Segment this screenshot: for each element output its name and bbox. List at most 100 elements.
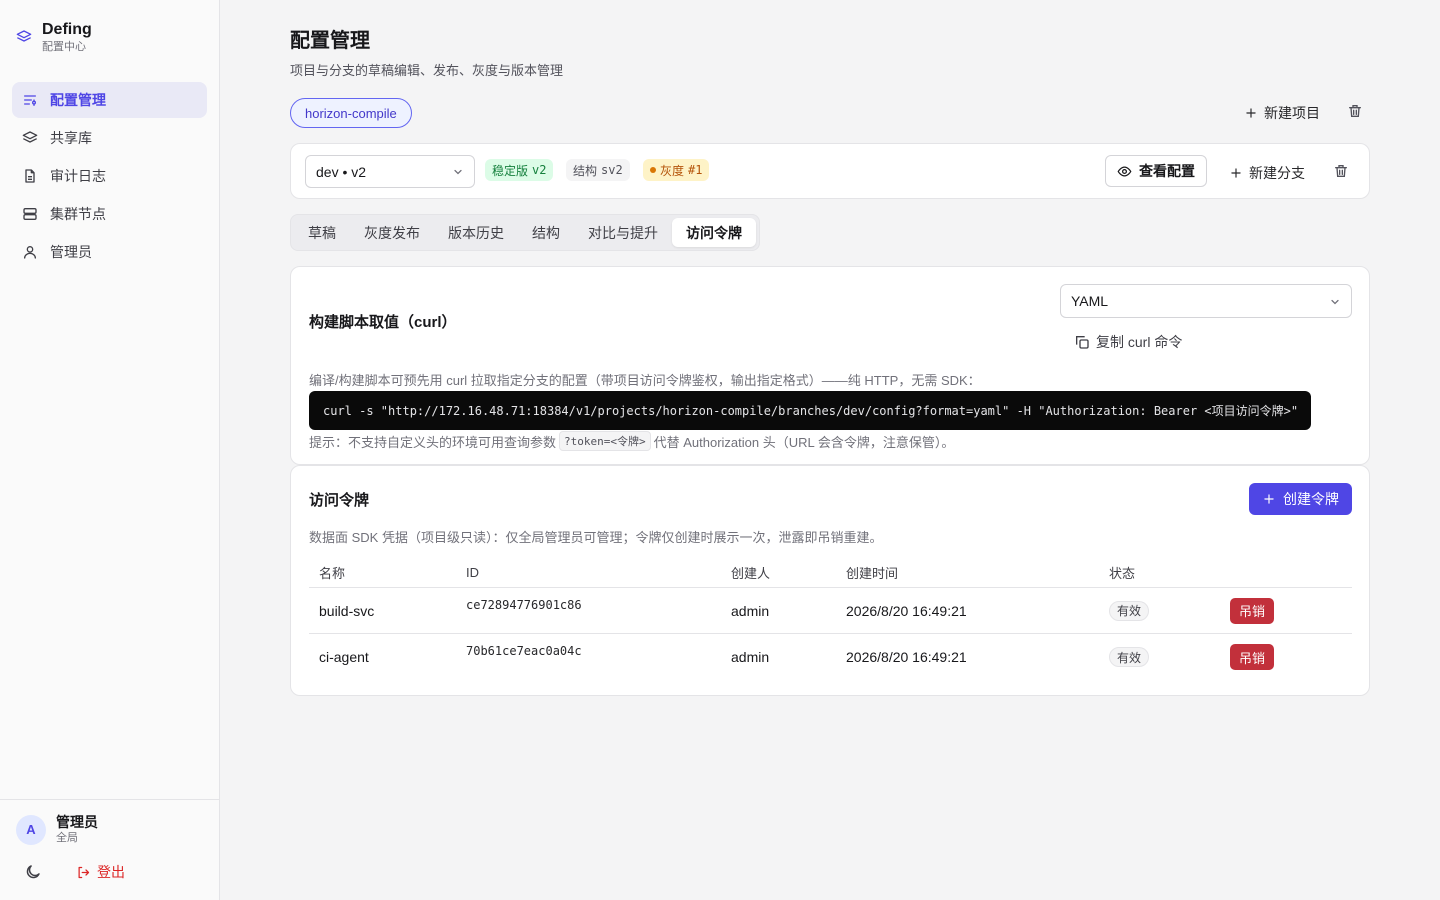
branch-select[interactable]: dev • v2: [305, 155, 475, 188]
plus-icon: [1231, 168, 1241, 178]
tokens-table: 名称 ID 创建人 创建时间 状态 build-svc ce7289477690…: [309, 558, 1352, 680]
sidebar-item-admins[interactable]: 管理员: [12, 234, 207, 270]
status-badge: 有效: [1109, 647, 1150, 667]
tab-compare-promote[interactable]: 对比与提升: [574, 218, 672, 247]
curl-card: 构建脚本取值（curl） YAML 复制 curl 命令 编译/构建脚本可预先用…: [290, 266, 1370, 465]
plus-icon: [1264, 494, 1274, 504]
column-header-created: 创建时间: [846, 566, 899, 581]
sidebar-item-label: 集群节点: [50, 206, 106, 222]
format-select-value: YAML: [1071, 293, 1109, 309]
create-token-label: 创建令牌: [1283, 491, 1339, 507]
tab-schema[interactable]: 结构: [518, 218, 574, 247]
token-creator: admin: [731, 649, 770, 665]
token-id: ce72894776901c86: [466, 598, 582, 612]
curl-description: 编译/构建脚本可预先用 curl 拉取指定分支的配置（带项目访问令牌鉴权，输出指…: [309, 373, 981, 388]
curl-hint: 提示：不支持自定义头的环境可用查询参数 ?token=<令牌> 代替 Autho…: [309, 431, 954, 451]
badge-value: sv2: [601, 163, 623, 177]
sidebar-item-config[interactable]: 配置管理: [12, 82, 207, 118]
column-header-id: ID: [466, 565, 479, 580]
token-created-time: 2026/8/20 16:49:21: [846, 649, 967, 665]
tab-gray-release[interactable]: 灰度发布: [350, 218, 434, 247]
stable-version-badge: 稳定版 v2: [485, 159, 554, 181]
hint-text-after: 代替 Authorization 头（URL 会含令牌，注意保管）。: [653, 434, 955, 450]
eye-icon: [1117, 165, 1132, 177]
branch-select-value: dev • v2: [316, 163, 367, 180]
token-created-time: 2026/8/20 16:49:21: [846, 602, 967, 619]
brand[interactable]: Defing 配置中心: [16, 20, 92, 54]
tab-version-history[interactable]: 版本历史: [434, 218, 518, 247]
status-dot-icon: [650, 167, 656, 173]
config-icon: [24, 95, 36, 106]
delete-branch-trash-icon[interactable]: [1333, 163, 1349, 179]
sidebar-footer: A 管理员 全局 登出: [0, 799, 219, 900]
brand-title: Defing: [42, 21, 92, 38]
sidebar-item-audit-log[interactable]: 审计日志: [12, 158, 207, 194]
sidebar: Defing 配置中心 配置管理 共享库 审计日志 集群节点 管理员 A 管理员…: [0, 0, 220, 900]
new-project-label: 新建项目: [1264, 105, 1320, 121]
new-project-button[interactable]: 新建项目: [1244, 103, 1320, 123]
brand-subtitle: 配置中心: [42, 41, 86, 53]
token-query-code: ?token=<令牌>: [559, 431, 651, 451]
copy-curl-button[interactable]: 复制 curl 命令: [1074, 332, 1182, 352]
avatar: A: [16, 814, 46, 845]
sidebar-item-cluster-nodes[interactable]: 集群节点: [12, 196, 207, 232]
logout-icon: [78, 866, 90, 878]
logout-button[interactable]: 登出: [76, 862, 125, 882]
layers-logo-icon: [16, 30, 32, 42]
revoke-button[interactable]: 吊销: [1230, 597, 1275, 624]
sidebar-item-label: 管理员: [50, 244, 92, 260]
status-badge: 有效: [1109, 600, 1150, 621]
copy-curl-label: 复制 curl 命令: [1096, 334, 1183, 350]
table-header: 名称 ID 创建人 创建时间 状态: [309, 558, 1352, 588]
chevron-down-icon: [1331, 299, 1339, 305]
new-branch-button[interactable]: 新建分支: [1229, 163, 1305, 183]
user-role: 全局: [56, 832, 78, 844]
badge-value: v2: [532, 163, 547, 177]
revoke-button[interactable]: 吊销: [1230, 644, 1275, 670]
format-select[interactable]: YAML: [1060, 284, 1352, 318]
tab-draft[interactable]: 草稿: [294, 218, 350, 247]
tab-access-tokens[interactable]: 访问令牌: [672, 218, 756, 247]
delete-project-trash-icon[interactable]: [1347, 103, 1363, 119]
table-row: ci-agent 70b61ce7eac0a04c admin 2026/8/2…: [309, 634, 1352, 680]
schema-version-badge: 结构 sv2: [566, 159, 630, 181]
badge-value: #1: [688, 163, 703, 177]
tokens-card-title: 访问令牌: [309, 492, 370, 509]
sidebar-item-label: 审计日志: [50, 168, 106, 184]
tab-bar: 草稿 灰度发布 版本历史 结构 对比与提升 访问令牌: [290, 214, 760, 251]
moon-icon[interactable]: [24, 863, 42, 881]
logout-label: 登出: [97, 864, 125, 880]
token-name: ci-agent: [319, 649, 369, 665]
tokens-description: 数据面 SDK 凭据（项目级只读）：仅全局管理员可管理；令牌仅创建时展示一次，泄…: [309, 530, 883, 545]
curl-command-code[interactable]: curl -s "http://172.16.48.71:18384/v1/pr…: [309, 391, 1311, 430]
sidebar-item-shared-library[interactable]: 共享库: [12, 120, 207, 156]
current-user: A 管理员 全局: [16, 814, 98, 845]
layers-icon: [22, 131, 38, 143]
page-subtitle: 项目与分支的草稿编辑、发布、灰度与版本管理: [290, 63, 564, 78]
chevron-down-icon: [454, 169, 462, 175]
page-title: 配置管理: [290, 30, 370, 52]
badge-label: 稳定版: [492, 163, 529, 178]
table-row: build-svc ce72894776901c86 admin 2026/8/…: [309, 588, 1352, 634]
token-id: 70b61ce7eac0a04c: [466, 644, 582, 658]
token-name: build-svc: [319, 602, 375, 619]
sidebar-item-label: 配置管理: [50, 92, 106, 108]
copy-icon: [1076, 336, 1089, 349]
sidebar-nav: 配置管理 共享库 审计日志 集群节点 管理员: [12, 82, 207, 272]
project-pill[interactable]: horizon-compile: [290, 98, 412, 128]
column-header-creator: 创建人: [731, 566, 771, 581]
curl-card-title: 构建脚本取值（curl）: [309, 314, 457, 331]
plus-icon: [1246, 108, 1256, 118]
view-config-label: 查看配置: [1139, 163, 1195, 179]
badge-label: 灰度: [660, 163, 685, 178]
user-name: 管理员: [56, 814, 98, 830]
gray-release-badge: 灰度 #1: [643, 159, 710, 181]
badge-label: 结构: [573, 163, 598, 178]
view-config-button[interactable]: 查看配置: [1105, 155, 1207, 187]
create-token-button[interactable]: 创建令牌: [1249, 483, 1352, 515]
document-icon: [25, 169, 35, 183]
sidebar-item-label: 共享库: [50, 130, 92, 146]
new-branch-label: 新建分支: [1249, 165, 1305, 181]
column-header-name: 名称: [319, 566, 346, 581]
column-header-status: 状态: [1109, 566, 1136, 581]
